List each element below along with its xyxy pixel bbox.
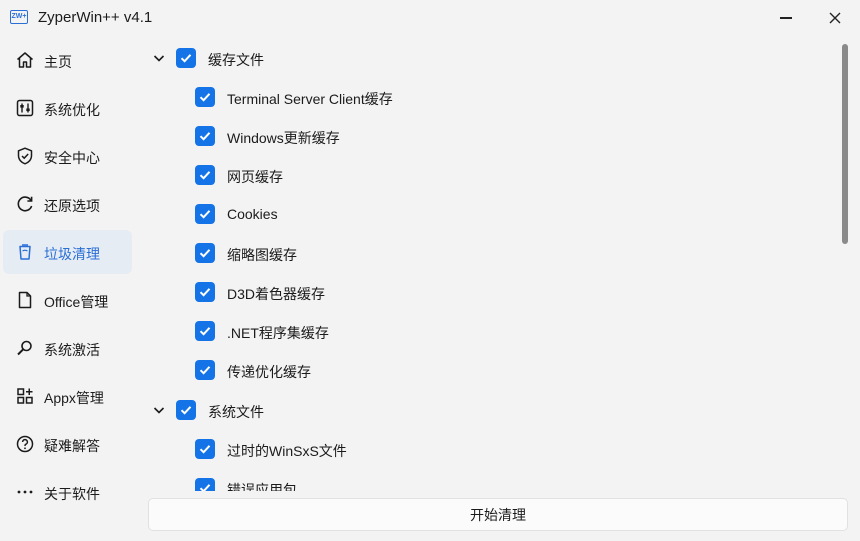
sidebar-item-appx[interactable]: Appx管理: [3, 374, 132, 418]
office-icon: [18, 291, 32, 309]
item-label: 传递优化缓存: [227, 364, 311, 380]
sidebar-item-office[interactable]: Office管理: [3, 278, 132, 322]
item-checkbox[interactable]: [195, 126, 215, 146]
checkmark-icon: [199, 484, 211, 491]
checkmark-icon: [199, 327, 211, 336]
app-logo-icon: ZW+: [10, 10, 28, 24]
tree-group-row[interactable]: 系统文件: [140, 395, 740, 425]
sidebar-nav: 主页 系统优化 安全中心 还原选项 垃圾清理 Office管理 系统激活 App…: [0, 36, 140, 541]
sidebar-item-cleanup[interactable]: 垃圾清理: [3, 230, 132, 274]
tree-item-row[interactable]: 过时的WinSxS文件: [140, 434, 740, 464]
item-checkbox[interactable]: [195, 360, 215, 380]
minimize-button[interactable]: [766, 4, 806, 32]
sidebar-item-label: 垃圾清理: [44, 246, 100, 262]
scrollbar-thumb[interactable]: [842, 44, 848, 244]
title-bar: ZW+ ZyperWin++ v4.1: [0, 0, 860, 36]
checkmark-icon: [199, 93, 211, 102]
cleanup-tree: 缓存文件 Terminal Server Client缓存 Windows更新缓…: [140, 36, 840, 491]
more-icon: [17, 490, 33, 494]
checkmark-icon: [199, 132, 211, 141]
sidebar-item-label: 还原选项: [44, 198, 100, 214]
sidebar-item-label: 系统激活: [44, 342, 100, 358]
sidebar-item-label: 安全中心: [44, 150, 100, 166]
checkmark-icon: [199, 249, 211, 258]
chevron-down-icon[interactable]: [151, 402, 167, 418]
sidebar-item-activation[interactable]: 系统激活: [3, 326, 132, 370]
item-label: 缩略图缓存: [227, 247, 297, 263]
sidebar-item-about[interactable]: 关于软件: [3, 470, 132, 514]
sidebar-item-label: 系统优化: [44, 102, 100, 118]
close-icon: [829, 12, 841, 24]
group-checkbox[interactable]: [176, 400, 196, 420]
checkmark-icon: [180, 54, 192, 63]
sidebar-item-label: 主页: [44, 54, 72, 70]
tree-item-row[interactable]: 错误应用包: [140, 473, 740, 491]
tree-item-row[interactable]: Cookies: [140, 199, 740, 229]
item-checkbox[interactable]: [195, 165, 215, 185]
chevron-down-icon[interactable]: [151, 50, 167, 66]
sidebar-item-label: 疑难解答: [44, 438, 100, 454]
item-label: Windows更新缓存: [227, 130, 340, 146]
start-cleanup-button[interactable]: 开始清理: [148, 498, 848, 531]
sliders-icon: [16, 99, 34, 117]
apps-icon: [17, 388, 33, 404]
key-icon: [17, 340, 32, 356]
group-checkbox[interactable]: [176, 48, 196, 68]
shield-icon: [17, 147, 33, 165]
group-label: 系统文件: [208, 404, 264, 420]
checkmark-icon: [199, 171, 211, 180]
sidebar-item-label: Appx管理: [44, 390, 104, 406]
item-label: 错误应用包: [227, 482, 297, 491]
item-label: 过时的WinSxS文件: [227, 443, 347, 459]
item-checkbox[interactable]: [195, 87, 215, 107]
minimize-icon: [780, 17, 792, 19]
close-button[interactable]: [815, 4, 855, 32]
item-checkbox[interactable]: [195, 439, 215, 459]
tree-item-row[interactable]: D3D着色器缓存: [140, 277, 740, 307]
item-label: .NET程序集缓存: [227, 325, 329, 341]
sidebar-item-restore[interactable]: 还原选项: [3, 182, 132, 226]
refresh-icon: [17, 196, 33, 212]
item-checkbox[interactable]: [195, 478, 215, 491]
checkmark-icon: [199, 288, 211, 297]
tree-group-row[interactable]: 缓存文件: [140, 43, 740, 73]
sidebar-item-optimize[interactable]: 系统优化: [3, 86, 132, 130]
window-title: ZyperWin++ v4.1: [38, 9, 153, 26]
tree-item-row[interactable]: 缩略图缓存: [140, 238, 740, 268]
tree-item-row[interactable]: 网页缓存: [140, 160, 740, 190]
checkmark-icon: [199, 210, 211, 219]
home-icon: [17, 52, 33, 68]
trash-icon: [19, 244, 31, 260]
tree-item-row[interactable]: .NET程序集缓存: [140, 316, 740, 346]
help-icon: [16, 435, 34, 453]
sidebar-item-label: 关于软件: [44, 486, 100, 502]
tree-item-row[interactable]: Terminal Server Client缓存: [140, 82, 740, 112]
checkmark-icon: [180, 406, 192, 415]
item-checkbox[interactable]: [195, 321, 215, 341]
item-label: Terminal Server Client缓存: [227, 91, 393, 107]
checkmark-icon: [199, 366, 211, 375]
sidebar-item-security[interactable]: 安全中心: [3, 134, 132, 178]
group-label: 缓存文件: [208, 52, 264, 68]
item-checkbox[interactable]: [195, 204, 215, 224]
sidebar-item-troubleshoot[interactable]: 疑难解答: [3, 422, 132, 466]
checkmark-icon: [199, 445, 211, 454]
sidebar-item-label: Office管理: [44, 294, 109, 310]
item-label: Cookies: [227, 206, 278, 222]
item-checkbox[interactable]: [195, 282, 215, 302]
tree-item-row[interactable]: 传递优化缓存: [140, 355, 740, 385]
item-label: 网页缓存: [227, 169, 283, 185]
item-label: D3D着色器缓存: [227, 286, 326, 302]
tree-item-row[interactable]: Windows更新缓存: [140, 121, 740, 151]
sidebar-item-home[interactable]: 主页: [3, 38, 132, 82]
item-checkbox[interactable]: [195, 243, 215, 263]
